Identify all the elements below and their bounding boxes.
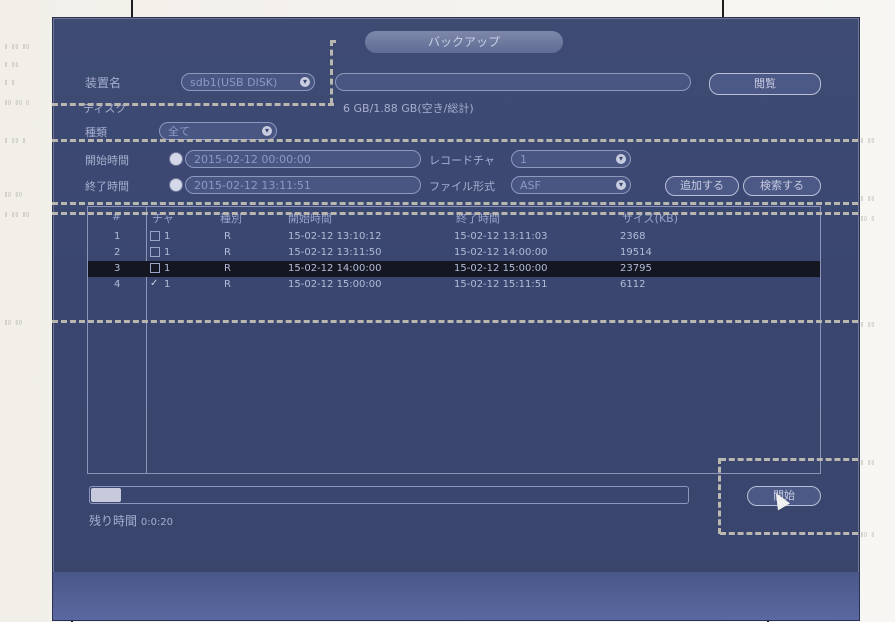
annotation-dash [330,40,336,43]
backup-dialog: バックアップ 装置名 sdb1(USB DISK) ▾ 閲覧 ディスク 6 GB… [52,17,860,621]
annotation-dash [52,202,858,205]
remaining-time: 残り時間 0:0:20 [89,512,173,529]
row-num: 1 [114,231,121,242]
margin-tick-marks: ▯ ▯▯ [4,61,19,68]
row-end-time: 15-02-12 14:00:00 [454,247,548,258]
backup-progress-fill [91,488,121,502]
row-channel: 1 [164,231,171,242]
row-type: R [224,279,231,290]
margin-tick-marks: ▯ ▯▯ [860,321,875,328]
remaining-time-label: 残り時間 [89,514,138,528]
row-end-time: 15-02-12 15:00:00 [454,263,548,274]
margin-tick-marks: ▯ ▯▯ [860,459,875,466]
annotation-dash [718,458,721,534]
chevron-down-icon: ▾ [262,126,272,136]
table-row[interactable]: 4 1 R 15-02-12 15:00:00 15-02-12 15:11:51 611… [88,277,820,293]
end-time-label: 終了時間 [85,180,129,193]
dialog-title: バックアップ [365,31,563,53]
end-time-field[interactable]: 2015-02-12 13:11:51 [185,176,421,194]
margin-tick-marks: ▯▯ ▯▯ ▯ [4,99,30,106]
device-label: 装置名 [85,76,122,90]
search-button[interactable]: 検索する [743,176,821,196]
type-select[interactable]: 全て ▾ [159,122,277,140]
chevron-down-icon: ▾ [616,180,626,190]
storage-status: 6 GB/1.88 GB(空き/総計) [343,102,474,115]
row-end-time: 15-02-12 15:11:51 [454,279,548,290]
row-size: 2368 [620,231,646,242]
table-row[interactable]: 2 1 R 15-02-12 13:11:50 15-02-12 14:00:00 195… [88,245,820,261]
clock-icon[interactable] [169,152,183,166]
row-type: R [224,231,231,242]
annotation-dash [720,532,858,535]
row-num: 4 [114,279,121,290]
type-select-value: 全て [168,125,190,138]
row-size: 6112 [620,279,646,290]
row-channel: 1 [164,279,171,290]
margin-tick-marks: ▯▯ ▯▯ [4,191,23,198]
start-time-field[interactable]: 2015-02-12 00:00:00 [185,150,421,168]
row-start-time: 15-02-12 14:00:00 [288,263,382,274]
table-row[interactable]: 3 1 R 15-02-12 14:00:00 15-02-12 15:00:00 237… [88,261,820,277]
chevron-down-icon: ▾ [616,154,626,164]
clock-icon[interactable] [169,178,183,192]
row-checkbox[interactable]: ✓ [150,279,160,289]
device-select[interactable]: sdb1(USB DISK) ▾ [181,73,315,91]
row-size: 23795 [620,263,652,274]
margin-tick-marks: ▯ ▯▯ [860,137,875,144]
recorder-select[interactable]: 1 ▾ [511,150,631,168]
annotation-dash [720,458,858,461]
annotation-dash [330,40,333,104]
table-row[interactable]: 1 1 R 15-02-12 13:10:12 15-02-12 13:11:03 236… [88,229,820,245]
margin-tick-marks: ▯ ▯▯ ▯▯ [4,43,30,50]
type-label: 種類 [85,126,107,139]
margin-tick-marks: ▯▯ ▯ [860,215,875,222]
annotation-dash [52,139,858,142]
row-checkbox[interactable] [150,247,160,257]
remaining-time-value: 0:0:20 [140,517,174,528]
margin-tick-marks: ▯ ▯ [4,79,15,86]
annotation-dash [52,320,858,323]
row-type: R [224,263,231,274]
margin-tick-marks: ▯▯ ▯ [860,531,875,538]
file-format-select[interactable]: ASF ▾ [511,176,631,194]
file-format-label: ファイル形式 [429,180,495,193]
device-path-field[interactable] [335,73,691,91]
dialog-footer [53,572,859,620]
row-channel: 1 [164,263,171,274]
chevron-down-icon: ▾ [300,77,310,87]
recorder-label: レコードチャ [429,154,495,167]
browse-button[interactable]: 閲覧 [709,73,821,95]
row-checkbox[interactable] [150,231,160,241]
device-select-value: sdb1(USB DISK) [190,76,278,89]
row-end-time: 15-02-12 13:11:03 [454,231,548,242]
row-channel: 1 [164,247,171,258]
row-start-time: 15-02-12 13:10:12 [288,231,382,242]
annotation-dash [52,212,858,215]
start-time-label: 開始時間 [85,154,129,167]
row-num: 2 [114,247,121,258]
recorder-select-value: 1 [520,153,527,166]
add-button[interactable]: 追加する [665,176,739,196]
row-size: 19514 [620,247,652,258]
margin-tick-marks: ▯ ▯▯ [860,195,875,202]
row-start-time: 15-02-12 13:11:50 [288,247,382,258]
margin-tick-marks: ▯ ▯▯ ▯▯ [4,211,30,218]
row-type: R [224,247,231,258]
annotation-dash [52,103,334,106]
row-num: 3 [114,263,121,274]
backup-progress-bar [89,486,689,504]
margin-tick-marks: ▯▯ ▯▯ [4,319,23,326]
file-table: # チャ 種別 開始時間 終了時間 サイズ(KB) 1 1 R 15-02-12 13… [87,206,821,474]
margin-tick-marks: ▯ ▯▯ ▯ [4,137,26,144]
file-format-select-value: ASF [520,179,541,192]
row-checkbox[interactable] [150,263,160,273]
row-start-time: 15-02-12 15:00:00 [288,279,382,290]
table-header: # チャ 種別 開始時間 終了時間 サイズ(KB) [88,207,820,227]
